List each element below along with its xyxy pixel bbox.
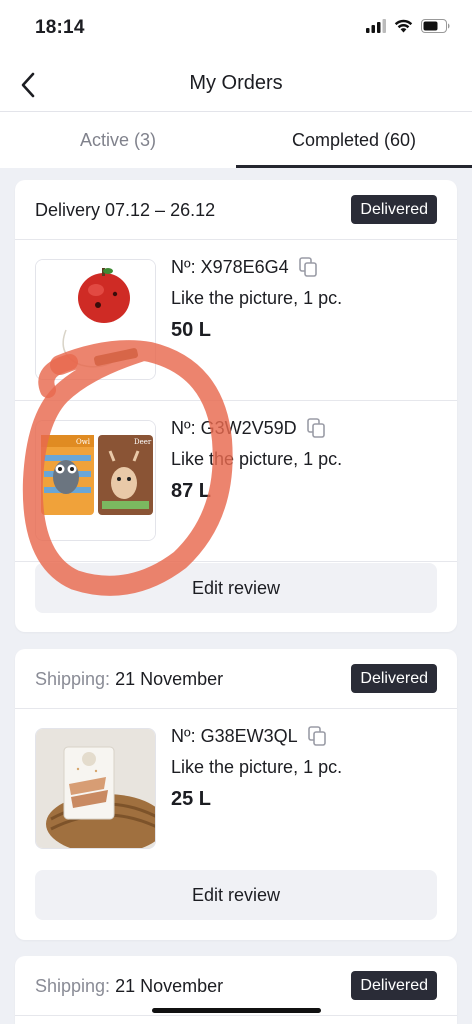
item-description: Like the picture, 1 pc. <box>171 449 343 469</box>
edit-review-button[interactable]: Edit review <box>35 563 437 613</box>
tab-active-orders[interactable]: Active (3) <box>0 112 236 168</box>
battery-icon <box>421 19 450 33</box>
home-indicator <box>152 1008 321 1013</box>
order-number-label: Nº: <box>171 256 196 277</box>
shipping-date-value: 21 November <box>115 976 224 996</box>
order-card: Shipping: 21 November Delivered <box>15 956 457 1024</box>
item-price: 50 L <box>171 319 212 341</box>
item-info: Nº: G3W2V59D Like the picture, 1 pc. 87 … <box>171 415 342 503</box>
shipping-label: Shipping: <box>35 669 111 689</box>
item-info: Nº: X978E6G4 Like the picture, 1 pc. 50 … <box>171 254 342 342</box>
order-item[interactable]: Owl Deer Nº: G3W2V59D Like the picture, … <box>15 401 457 562</box>
status-icons <box>366 19 450 33</box>
shipping-date: Shipping: 21 November <box>35 669 223 690</box>
order-item[interactable]: Nº: G38EW3QL Like the picture, 1 pc. 25 … <box>15 709 457 870</box>
item-description: Like the picture, 1 pc. <box>171 288 343 308</box>
edit-review-button[interactable]: Edit review <box>35 870 437 920</box>
copy-icon[interactable] <box>306 418 325 438</box>
hair-clips-image <box>36 729 155 848</box>
order-number-label: Nº: <box>171 725 196 746</box>
wifi-icon <box>394 19 413 33</box>
product-thumbnail[interactable]: Owl Deer <box>35 420 156 541</box>
order-number: Nº: X978E6G4 <box>171 254 342 280</box>
shipping-date-value: 21 November <box>115 669 224 689</box>
order-number-value: G3W2V59D <box>200 417 297 438</box>
order-number: Nº: G38EW3QL <box>171 723 342 749</box>
product-thumbnail[interactable] <box>35 728 156 849</box>
item-price: 25 L <box>171 788 212 810</box>
status-bar: 18:14 <box>0 0 472 58</box>
status-time: 18:14 <box>35 17 85 38</box>
status-badge: Delivered <box>351 664 437 693</box>
shipping-date: Shipping: 21 November <box>35 976 223 997</box>
cellular-signal-icon <box>366 19 386 33</box>
order-header: Shipping: 21 November Delivered <box>15 956 457 1016</box>
copy-icon[interactable] <box>307 726 326 746</box>
order-number-value: G38EW3QL <box>200 725 298 746</box>
order-number: Nº: G3W2V59D <box>171 415 342 441</box>
item-description: Like the picture, 1 pc. <box>171 757 343 777</box>
delivery-dates: Delivery 07.12 – 26.12 <box>35 200 215 221</box>
tab-completed-orders[interactable]: Completed (60) <box>236 112 472 168</box>
deer-card-label: Deer <box>134 438 152 446</box>
shipping-label: Shipping: <box>35 976 111 996</box>
order-header: Delivery 07.12 – 26.12 Delivered <box>15 180 457 240</box>
order-card: Shipping: 21 November Delivered Nº: G38E… <box>15 649 457 940</box>
item-price: 87 L <box>171 480 212 502</box>
order-number-label: Nº: <box>171 417 196 438</box>
delivery-dates-text: Delivery 07.12 – 26.12 <box>35 200 216 220</box>
puzzle-cards-image: Owl Deer <box>36 421 155 540</box>
status-badge: Delivered <box>351 195 437 224</box>
owl-card-label: Owl <box>76 438 91 446</box>
item-info: Nº: G38EW3QL Like the picture, 1 pc. 25 … <box>171 723 342 811</box>
status-badge: Delivered <box>351 971 437 1000</box>
order-item[interactable]: Nº: X978E6G4 Like the picture, 1 pc. 50 … <box>15 240 457 401</box>
order-tabs: Active (3) Completed (60) <box>0 112 472 168</box>
order-header: Shipping: 21 November Delivered <box>15 649 457 709</box>
copy-icon[interactable] <box>298 257 317 277</box>
nav-bar: My Orders <box>0 58 472 112</box>
order-card: Delivery 07.12 – 26.12 Delivered Nº: X97… <box>15 180 457 632</box>
product-thumbnail[interactable] <box>35 259 156 380</box>
page-title: My Orders <box>189 72 283 94</box>
order-number-value: X978E6G4 <box>200 256 289 277</box>
apple-toy-image <box>36 260 155 379</box>
